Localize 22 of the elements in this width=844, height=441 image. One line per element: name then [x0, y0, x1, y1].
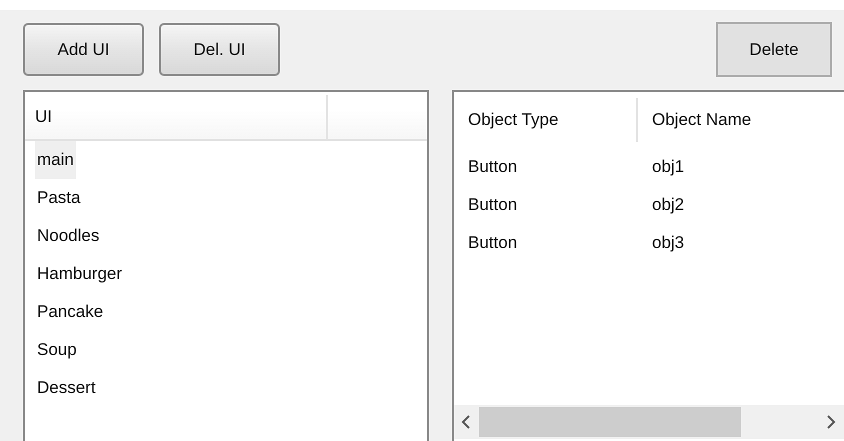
table-cell: obj3: [652, 233, 684, 252]
scrollbar-thumb[interactable]: [479, 407, 741, 437]
list-item[interactable]: main: [35, 141, 76, 179]
table-cell: Button: [468, 157, 518, 176]
toolbar-button[interactable]: Add UI: [23, 23, 144, 76]
toolbar-button[interactable]: Del. UI: [159, 23, 280, 76]
column-header[interactable]: Object Type: [468, 110, 558, 130]
column-header[interactable]: UI: [35, 107, 52, 127]
list-item[interactable]: Noodles: [35, 217, 102, 255]
list-item[interactable]: Hamburger: [35, 255, 124, 293]
list-item[interactable]: Pasta: [35, 179, 82, 217]
list-item[interactable]: Dessert: [35, 369, 98, 407]
list-item[interactable]: Soup: [35, 331, 79, 369]
scroll-right-icon[interactable]: [826, 415, 836, 429]
delete-button[interactable]: Delete: [716, 22, 832, 77]
table-cell: obj2: [652, 195, 684, 214]
scroll-left-icon[interactable]: [461, 415, 471, 429]
table-cell: Button: [468, 195, 518, 214]
column-header[interactable]: Object Name: [652, 110, 752, 129]
table-cell: Button: [468, 233, 518, 252]
table-cell: obj1: [652, 157, 684, 176]
list-item[interactable]: Pancake: [35, 293, 106, 331]
